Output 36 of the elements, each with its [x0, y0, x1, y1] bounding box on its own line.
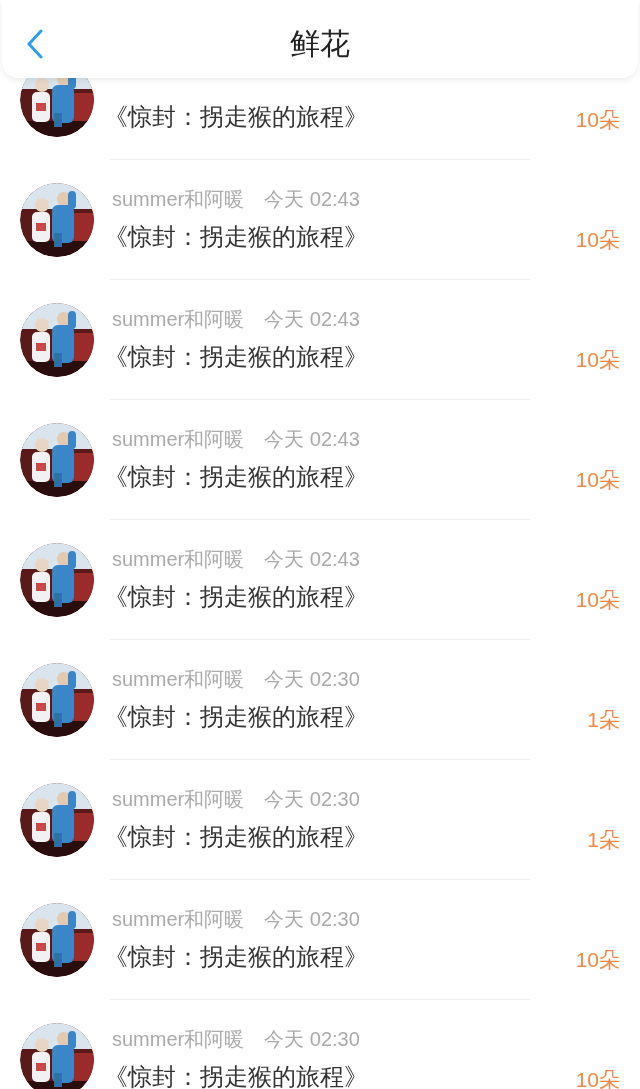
page-title: 鲜花	[290, 25, 350, 62]
back-icon	[27, 29, 43, 59]
flower-count: 10朵	[575, 106, 620, 133]
flower-count: 1朵	[587, 706, 620, 733]
timestamp: 今天 02:43	[264, 427, 360, 452]
timestamp: 今天 02:43	[264, 547, 360, 572]
timestamp: 今天 02:43	[264, 187, 360, 212]
book-title: 《惊封：拐走猴的旅程》	[104, 102, 369, 132]
flower-count: 10朵	[575, 1066, 620, 1089]
book-title: 《惊封：拐走猴的旅程》	[104, 942, 369, 972]
sender-name: summer和阿暖	[112, 427, 245, 452]
book-title: 《惊封：拐走猴的旅程》	[104, 1062, 369, 1089]
book-title: 《惊封：拐走猴的旅程》	[104, 702, 369, 732]
flower-count: 10朵	[575, 346, 620, 373]
book-title: 《惊封：拐走猴的旅程》	[104, 222, 369, 252]
sender-name: summer和阿暖	[112, 1027, 245, 1052]
timestamp: 今天 02:43	[264, 307, 360, 332]
timestamp: 今天 02:30	[264, 667, 360, 692]
sender-name: summer和阿暖	[112, 307, 245, 332]
timestamp: 今天 02:30	[264, 1027, 360, 1052]
sender-name: summer和阿暖	[112, 547, 245, 572]
sender-name: summer和阿暖	[112, 907, 245, 932]
flower-count: 10朵	[575, 946, 620, 973]
flower-count: 10朵	[575, 226, 620, 253]
sender-name: summer和阿暖	[112, 787, 245, 812]
book-title: 《惊封：拐走猴的旅程》	[104, 462, 369, 492]
sender-name: summer和阿暖	[112, 187, 245, 212]
book-title: 《惊封：拐走猴的旅程》	[104, 342, 369, 372]
flower-count: 10朵	[575, 586, 620, 613]
timestamp: 今天 02:30	[264, 907, 360, 932]
sender-name: summer和阿暖	[112, 667, 245, 692]
book-title: 《惊封：拐走猴的旅程》	[104, 822, 369, 852]
flower-count: 1朵	[587, 826, 620, 853]
timestamp: 今天 02:30	[264, 787, 360, 812]
flower-count: 10朵	[575, 466, 620, 493]
book-title: 《惊封：拐走猴的旅程》	[104, 582, 369, 612]
